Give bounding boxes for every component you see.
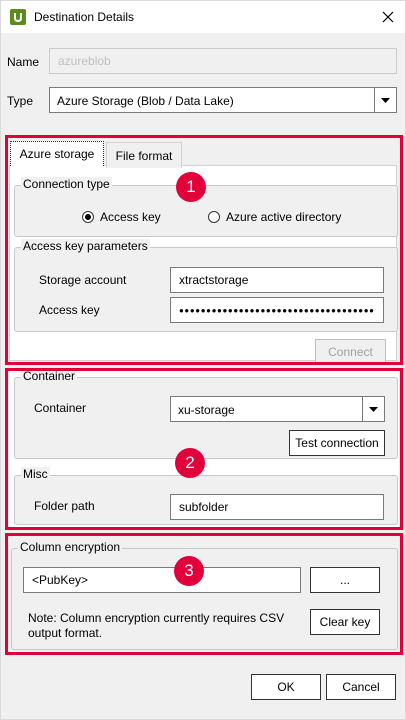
ok-label: OK [277,680,295,694]
close-button[interactable] [371,1,405,33]
radio-azure-ad-label: Azure active directory [226,210,342,224]
name-value: azureblob [58,54,111,68]
container-label: Container [34,401,87,415]
pubkey-value: <PubKey> [32,573,89,587]
folder-path-label: Folder path [34,499,95,513]
dialog-window: Destination Details Name azureblob Type … [0,0,406,720]
radio-access-key-label: Access key [100,210,161,224]
name-label: Name [7,55,40,69]
clear-key-button[interactable]: Clear key [310,609,380,635]
encryption-note: Note: Column encryption currently requir… [28,611,285,640]
chevron-down-icon [369,406,378,412]
test-connection-label: Test connection [295,436,379,450]
folder-path-value: subfolder [179,500,229,514]
radio-access-key-indicator [82,211,94,223]
column-encryption-title: Column encryption [18,540,123,554]
type-dropdown-button[interactable] [374,88,396,112]
container-select[interactable]: xu-storage [170,396,385,422]
radio-access-key[interactable]: Access key [82,210,161,224]
test-connection-button[interactable]: Test connection [289,430,385,456]
folder-path-input[interactable]: subfolder [170,494,384,520]
window-title: Destination Details [34,10,135,24]
connection-type-title: Connection type [21,177,112,191]
access-key-label: Access key [39,303,100,317]
access-key-value: ●●●●●●●●●●●●●●●●●●●●●●●●●●●●●●●●●●●●●●●●… [179,305,375,315]
access-key-params-title: Access key parameters [21,239,150,253]
storage-account-input[interactable]: xtractstorage [170,267,384,293]
browse-key-button[interactable]: ... [310,567,380,593]
type-select[interactable]: Azure Storage (Blob / Data Lake) [49,87,397,113]
tab-azure-storage[interactable]: Azure storage [10,141,104,166]
title-bar: Destination Details [1,1,405,33]
connect-label: Connect [328,345,373,359]
tab-file-format-label: File format [115,148,173,163]
type-label: Type [7,94,34,108]
badge-2: 2 [175,448,205,478]
pubkey-input[interactable]: <PubKey> [23,567,301,593]
type-value: Azure Storage (Blob / Data Lake) [57,94,234,108]
container-dropdown-button[interactable] [362,397,384,421]
connect-button[interactable]: Connect [315,339,386,365]
radio-azure-ad-indicator [208,211,220,223]
access-key-input[interactable]: ●●●●●●●●●●●●●●●●●●●●●●●●●●●●●●●●●●●●●●●●… [170,297,384,323]
container-value: xu-storage [178,403,235,417]
radio-azure-ad[interactable]: Azure active directory [208,210,341,224]
storage-account-label: Storage account [39,273,127,287]
storage-account-value: xtractstorage [179,273,249,287]
tab-azure-storage-label: Azure storage [19,147,95,161]
app-logo-icon [10,9,26,25]
container-title: Container [21,369,78,383]
tab-file-format[interactable]: File format [106,142,182,168]
misc-title: Misc [21,467,50,481]
clear-key-label: Clear key [319,615,371,629]
cancel-label: Cancel [342,680,380,694]
name-field: azureblob [49,48,397,74]
ok-button[interactable]: OK [251,674,321,700]
close-icon [382,11,394,23]
badge-1: 1 [176,172,206,202]
badge-3: 3 [174,556,204,586]
cancel-button[interactable]: Cancel [326,674,396,700]
chevron-down-icon [381,97,390,103]
connection-type-group: Connection type Access key Azure active … [14,177,398,237]
browse-key-label: ... [339,573,350,587]
